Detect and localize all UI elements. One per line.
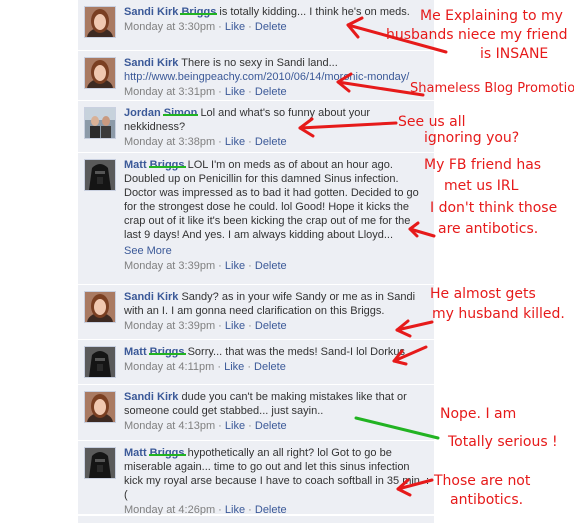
arrow-to-comment-1	[346, 16, 448, 54]
arrow-to-jordan-comment	[298, 117, 398, 138]
arrow-to-blog-link	[336, 72, 425, 97]
arrow-to-meds-comment	[408, 221, 436, 238]
annotation-arrows	[298, 16, 448, 497]
arrow-to-softball-comment	[396, 478, 434, 497]
arrow-to-sorry-comment	[392, 345, 428, 366]
arrow-to-sandy-comment	[395, 319, 434, 338]
green-pointer-line	[354, 416, 440, 440]
